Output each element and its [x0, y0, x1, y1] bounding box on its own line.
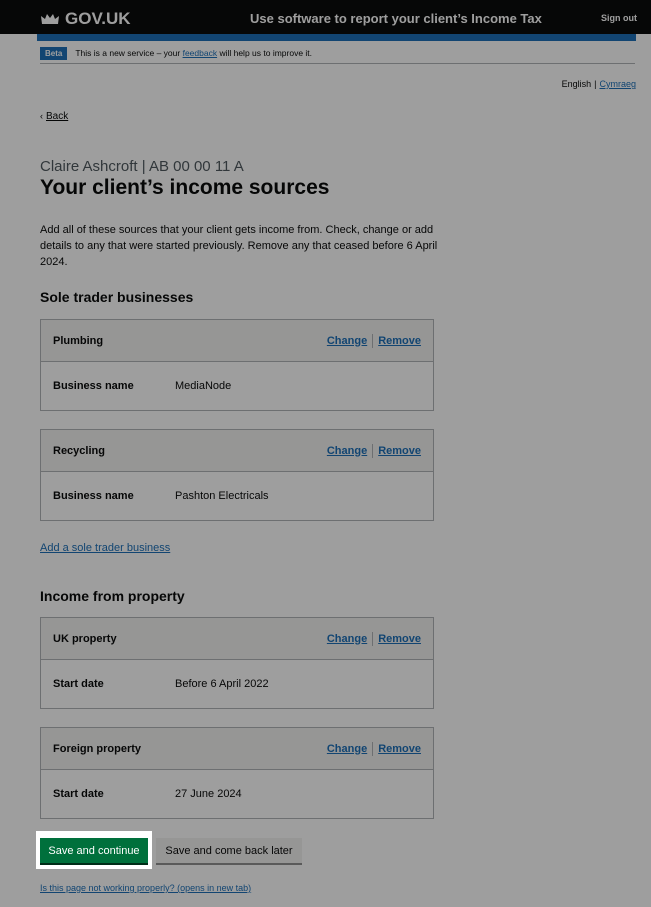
- govuk-header: GOV.UK Use software to report your clien…: [0, 0, 651, 34]
- row-value: MediaNode: [175, 380, 232, 392]
- govuk-logo[interactable]: GOV.UK: [40, 9, 131, 29]
- summary-card-foreign-property: Foreign property Change Remove Start date…: [40, 727, 434, 819]
- remove-link[interactable]: Remove: [378, 633, 421, 645]
- intro-text: Add all of these sources that your clien…: [40, 224, 438, 268]
- phase-banner-text: This is a new service – your feedback wi…: [75, 48, 313, 58]
- client-caption: Claire Ashcroft | AB 00 00 11 A: [40, 158, 244, 175]
- save-and-continue-button[interactable]: Save and continue: [40, 838, 148, 863]
- remove-link[interactable]: Remove: [378, 445, 421, 457]
- feedback-link[interactable]: feedback: [183, 48, 218, 58]
- change-link[interactable]: Change: [327, 743, 367, 755]
- change-link[interactable]: Change: [327, 335, 367, 347]
- highlight-spotlight: Save and continue: [36, 831, 152, 869]
- remove-link[interactable]: Remove: [378, 743, 421, 755]
- report-problem-link[interactable]: Is this page not working properly? (open…: [40, 883, 251, 893]
- sign-out-link[interactable]: Sign out: [601, 13, 637, 23]
- chevron-left-icon: ‹: [40, 111, 43, 121]
- change-link[interactable]: Change: [327, 633, 367, 645]
- row-key: Business name: [53, 380, 134, 392]
- row-key: Start date: [53, 678, 104, 690]
- logo-text: GOV.UK: [65, 9, 131, 28]
- card-title: Recycling: [53, 444, 105, 457]
- save-and-come-back-later-button[interactable]: Save and come back later: [156, 838, 302, 863]
- back-link[interactable]: ‹ Back: [40, 111, 68, 122]
- card-title: UK property: [53, 632, 117, 645]
- add-sole-trader-link[interactable]: Add a sole trader business: [40, 542, 170, 554]
- card-title: Plumbing: [53, 334, 104, 347]
- row-key: Business name: [53, 490, 134, 502]
- row-value: Pashton Electricals: [175, 490, 269, 502]
- phase-banner: Beta This is a new service – your feedba…: [40, 46, 635, 64]
- remove-link[interactable]: Remove: [378, 335, 421, 347]
- row-key: Start date: [53, 788, 104, 800]
- lang-welsh-link[interactable]: Cymraeg: [599, 79, 636, 89]
- service-name[interactable]: Use software to report your client’s Inc…: [250, 11, 542, 26]
- sole-trader-heading: Sole trader businesses: [40, 289, 194, 305]
- row-value: 27 June 2024: [175, 788, 242, 800]
- page-title: Your client’s income sources: [40, 176, 330, 199]
- beta-tag: Beta: [40, 46, 68, 60]
- header-blue-bar: [37, 34, 636, 41]
- summary-card-plumbing: Plumbing Change Remove Business name Medi…: [40, 319, 434, 411]
- language-toggle: English | Cymraeg: [561, 79, 636, 89]
- summary-card-recycling: Recycling Change Remove Business name Pas…: [40, 429, 434, 521]
- property-heading: Income from property: [40, 588, 185, 604]
- row-value: Before 6 April 2022: [175, 678, 269, 690]
- summary-card-uk-property: UK property Change Remove Start date Befo…: [40, 617, 434, 709]
- change-link[interactable]: Change: [327, 445, 367, 457]
- card-title: Foreign property: [53, 742, 142, 755]
- lang-english: English: [561, 79, 592, 89]
- crown-icon: [41, 14, 59, 24]
